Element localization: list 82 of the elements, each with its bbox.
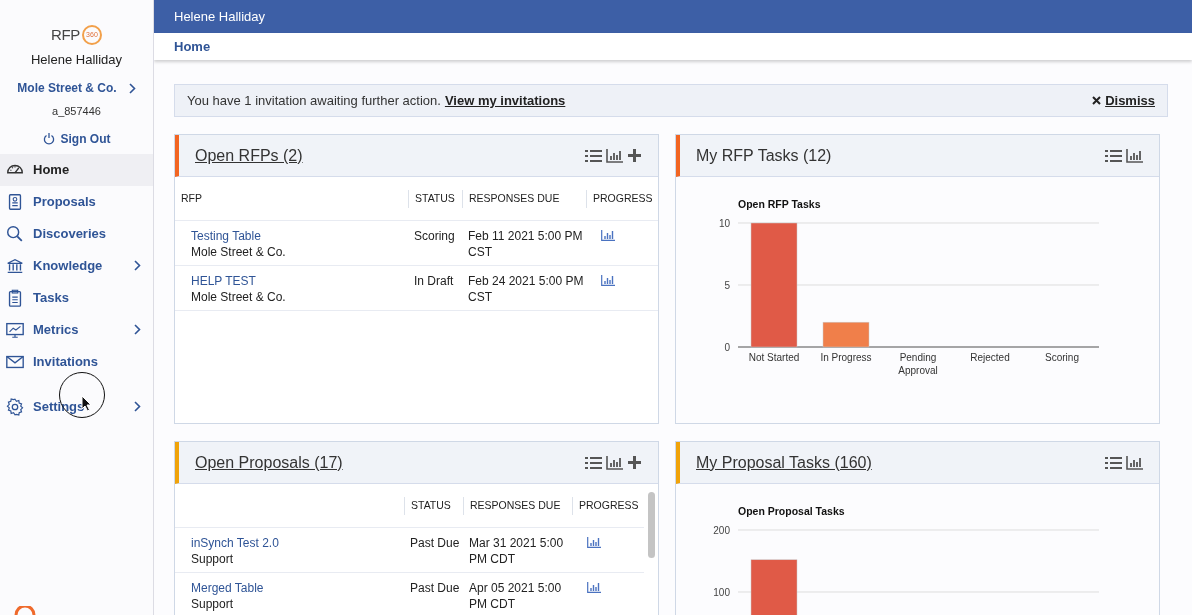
due-date: Feb 11 2021 5:00 PM CST (468, 229, 583, 259)
add-icon[interactable] (627, 455, 642, 470)
panel-title[interactable]: My Proposal Tasks (160) (696, 450, 872, 475)
search-icon (5, 223, 25, 244)
breadcrumb[interactable]: Home (174, 36, 211, 57)
add-icon[interactable] (627, 148, 642, 163)
axis-tick-label: 0 (724, 342, 730, 353)
item-owner: Support (191, 551, 234, 567)
chart-title: Open RFP Tasks (738, 198, 821, 210)
axis-category-label: Pending Approval (898, 352, 938, 376)
panel-title[interactable]: Open Proposals (17) (195, 450, 343, 475)
nav-item[interactable]: Invitations (0, 345, 153, 378)
column-header: RESPONSES DUE (469, 190, 560, 206)
axis-category-label: Rejected (970, 352, 1010, 363)
nav-item[interactable]: Knowledge (0, 249, 153, 282)
item-owner: Mole Street & Co. (191, 244, 286, 260)
chevron-right-icon (134, 401, 141, 412)
item-owner: Support (191, 596, 234, 612)
axis-category-label: Not Started (748, 352, 800, 363)
axis-tick-label: 200 (713, 525, 730, 536)
item-link[interactable]: Merged Table (191, 580, 264, 596)
notice-text: You have 1 invitation awaiting further action. (187, 91, 441, 110)
chevron-right-icon (128, 82, 136, 94)
bar-chart-icon[interactable] (606, 148, 623, 163)
account-id: a_857446 (52, 104, 101, 119)
list-icon[interactable] (1105, 455, 1122, 470)
status-text: In Draft (414, 274, 454, 288)
axis-category-label: Scoring (1045, 352, 1079, 363)
item-link[interactable]: inSynch Test 2.0 (191, 535, 279, 551)
axis-tick-label: 10 (718, 218, 730, 229)
scrollbar-thumb[interactable] (647, 492, 655, 558)
column-header: STATUS (411, 497, 451, 513)
column-header: PROGRESS (579, 497, 639, 513)
bar-chart-icon[interactable] (1126, 455, 1143, 470)
nav-item[interactable]: Proposals (0, 185, 153, 218)
axis-tick-label: 5 (724, 280, 730, 291)
bar-chart-icon[interactable] (606, 455, 623, 470)
nav-item[interactable]: Discoveries (0, 217, 153, 250)
due-date: Mar 31 2021 5:00 PM CDT (469, 536, 564, 566)
axis-category-label: In Progress (820, 352, 872, 363)
sign-out-button[interactable]: Sign Out (42, 129, 111, 148)
logo-text: RFP (51, 25, 80, 45)
column-header: RESPONSES DUE (470, 497, 561, 513)
close-icon (1092, 96, 1102, 105)
list-icon[interactable] (1105, 148, 1122, 163)
nav-item[interactable]: Home (0, 153, 153, 186)
power-icon (42, 132, 55, 145)
progress-chart-icon[interactable] (601, 230, 615, 241)
item-link[interactable]: Testing Table (191, 228, 261, 244)
list-icon[interactable] (585, 455, 602, 470)
user-name: Helene Halliday (30, 50, 123, 69)
chart-bar (750, 559, 798, 615)
list-icon[interactable] (585, 148, 602, 163)
column-header: PROGRESS (593, 190, 653, 206)
dismiss-button[interactable]: Dismiss (1092, 90, 1155, 111)
status-text: Past Due (410, 536, 460, 550)
settings-icon (5, 396, 25, 417)
status-text: Scoring (414, 229, 455, 243)
panel-title[interactable]: Open RFPs (2) (195, 143, 303, 168)
nav-item[interactable]: Tasks (0, 281, 153, 314)
chart-bar (822, 321, 870, 348)
axis-tick-label: 100 (713, 587, 730, 598)
panel-title: My RFP Tasks (12) (696, 145, 832, 166)
company-link[interactable]: Mole Street & Co. (17, 79, 136, 97)
progress-chart-icon[interactable] (601, 275, 615, 286)
bar-chart-icon[interactable] (1126, 148, 1143, 163)
chevron-right-icon (134, 260, 141, 271)
progress-chart-icon[interactable] (587, 582, 601, 593)
due-date: Apr 05 2021 5:00 PM CDT (469, 581, 562, 611)
column-header: STATUS (415, 190, 455, 206)
column-header: RFP (181, 190, 202, 206)
user-name: Helene Halliday (174, 7, 266, 26)
logo-icon (14, 606, 36, 615)
chart-title: Open Proposal Tasks (738, 505, 845, 517)
view-invitations-link[interactable]: View my invitations (444, 90, 566, 111)
chevron-right-icon (134, 324, 141, 335)
nav-item[interactable]: Metrics (0, 313, 153, 346)
item-link[interactable]: HELP TEST (191, 273, 256, 289)
due-date: Feb 24 2021 5:00 PM CST (468, 274, 584, 304)
status-text: Past Due (410, 581, 460, 595)
item-owner: Mole Street & Co. (191, 289, 286, 305)
progress-chart-icon[interactable] (587, 537, 601, 548)
